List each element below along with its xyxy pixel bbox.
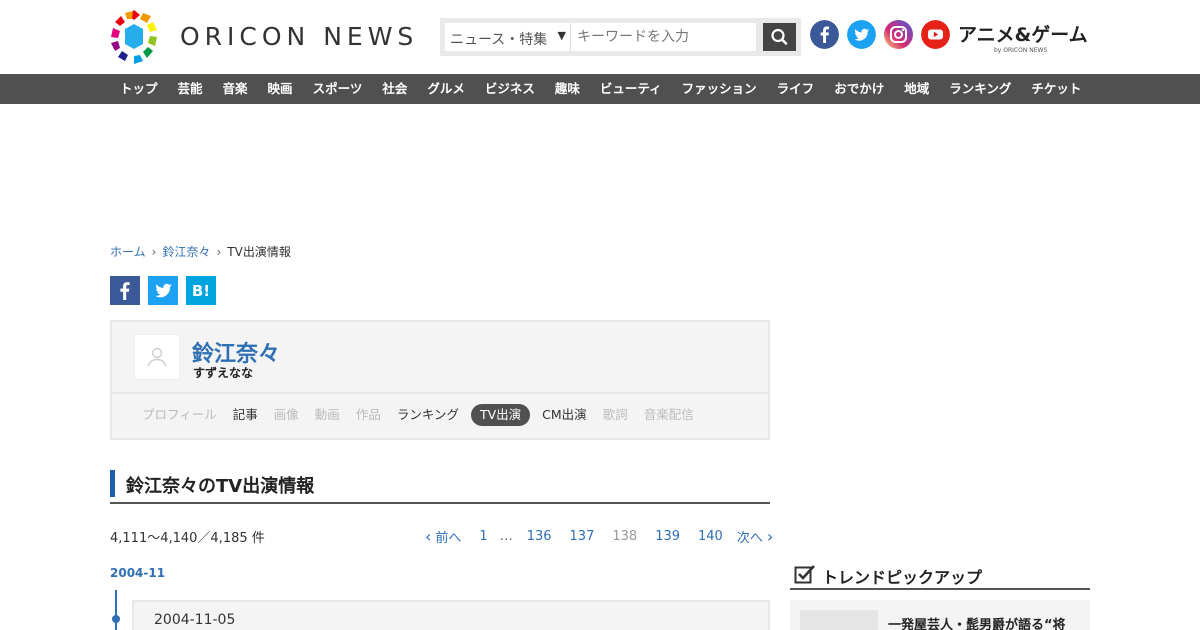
anime-game-logo-sub: by ORICON NEWS xyxy=(994,47,1048,54)
twitter-icon[interactable] xyxy=(847,20,876,49)
search-icon xyxy=(771,28,788,45)
caret-down-icon: ▼ xyxy=(557,29,566,42)
trend-pickup-title: トレンドピックアップ xyxy=(822,568,983,587)
artist-header: 鈴江奈々 すずえなな xyxy=(112,322,768,394)
tab-5[interactable]: ランキング xyxy=(389,404,467,426)
chevron-left-icon: ‹ xyxy=(425,527,432,546)
pagination: ‹ 前へ 1 … 136 137 138 139 140 次へ › xyxy=(425,527,773,546)
chevron-right-icon: › xyxy=(151,244,157,259)
tab-2: 画像 xyxy=(273,407,299,422)
tv-appearance-date: 2004-11-05 xyxy=(154,612,236,628)
artist-kana: すずえなな xyxy=(193,366,254,380)
search-input[interactable] xyxy=(571,23,756,51)
timeline-line xyxy=(115,590,117,630)
anime-game-logo[interactable]: アニメ&ゲーム by ORICON NEWS xyxy=(958,20,1093,54)
nav-item[interactable]: 趣味 xyxy=(545,74,590,104)
nav-item[interactable]: チケット xyxy=(1021,74,1091,104)
pager-prev[interactable]: ‹ 前へ xyxy=(425,527,461,546)
checkbox-checked-icon xyxy=(794,565,815,584)
pager-page-current: 138 xyxy=(612,529,638,544)
tv-appearance-item[interactable]: 2004-11-05 xyxy=(132,600,770,630)
user-placeholder-icon xyxy=(147,347,167,367)
search-category-select[interactable]: ニュース・特集 ▼ xyxy=(445,23,571,51)
breadcrumb-home[interactable]: ホーム xyxy=(110,243,146,260)
trend-pickup-header: トレンドピックアップ xyxy=(790,560,1090,590)
nav-item[interactable]: ライフ xyxy=(767,74,825,104)
global-nav-list: トップ 芸能 音楽 映画 スポーツ 社会 グルメ ビジネス 趣味 ビューティ ファッション ライフ おで… xyxy=(110,74,1091,104)
nav-item[interactable]: 地域 xyxy=(894,74,939,104)
global-nav: トップ 芸能 音楽 映画 スポーツ 社会 グルメ ビジネス 趣味 ビューティ ファッション ライフ おで… xyxy=(0,74,1200,104)
trend-item-thumbnail xyxy=(800,610,878,630)
tab-4: 作品 xyxy=(355,407,381,422)
trend-item-title: 一発屋芸人・髭男爵が語る“将 xyxy=(888,618,1066,630)
instagram-icon[interactable] xyxy=(884,20,913,49)
youtube-icon[interactable] xyxy=(921,20,950,49)
pager-page-first[interactable]: 1 xyxy=(479,529,487,544)
pager-page[interactable]: 139 xyxy=(655,529,680,544)
tab-1[interactable]: 記事 xyxy=(225,404,266,426)
pager-next-label: 次へ xyxy=(736,531,763,546)
section-title-text: 鈴江奈々のTV出演情報 xyxy=(126,476,315,497)
twitter-share-button[interactable] xyxy=(148,276,178,305)
nav-item[interactable]: ランキング xyxy=(939,74,1021,104)
chevron-right-icon: › xyxy=(216,244,222,259)
search-button[interactable] xyxy=(763,23,796,51)
pager-page[interactable]: 137 xyxy=(570,529,595,544)
nav-item[interactable]: ビジネス xyxy=(475,74,545,104)
breadcrumb-artist[interactable]: 鈴江奈々 xyxy=(162,243,210,260)
result-count: 4,111～4,140／4,185 件 xyxy=(110,531,265,546)
tab-3: 動画 xyxy=(314,407,340,422)
pager-page[interactable]: 140 xyxy=(698,529,723,544)
nav-item[interactable]: おでかけ xyxy=(824,74,894,104)
nav-item[interactable]: スポーツ xyxy=(303,74,373,104)
oricon-logo-icon[interactable] xyxy=(109,10,159,64)
nav-item[interactable]: ビューティ xyxy=(590,74,672,104)
section-title: 鈴江奈々のTV出演情報 xyxy=(110,470,770,504)
breadcrumb: ホーム › 鈴江奈々 › TV出演情報 xyxy=(110,243,291,260)
nav-item[interactable]: 映画 xyxy=(258,74,303,104)
tab-6[interactable]: TV出演 xyxy=(470,404,531,426)
artist-tabs: プロフィール 記事 画像 動画 作品 ランキング TV出演 CM出演 歌詞 音楽配信 xyxy=(134,404,702,426)
nav-item[interactable]: 芸能 xyxy=(168,74,213,104)
search-category-label: ニュース・特集 xyxy=(450,32,548,48)
hatena-share-button[interactable]: B! xyxy=(186,276,216,305)
timeline-dot xyxy=(112,615,120,623)
anime-game-logo-text: アニメ&ゲーム xyxy=(958,24,1088,46)
nav-item[interactable]: トップ xyxy=(110,74,168,104)
nav-item[interactable]: 社会 xyxy=(372,74,417,104)
pager-page[interactable]: 136 xyxy=(527,529,552,544)
artist-profile-card: 鈴江奈々 すずえなな プロフィール 記事 画像 動画 作品 ランキング TV出演 CM出演 歌詞… xyxy=(110,320,770,440)
breadcrumb-current: TV出演情報 xyxy=(227,245,291,259)
pager-ellipsis: … xyxy=(499,529,513,544)
tab-8: 歌詞 xyxy=(602,407,628,422)
twitter-icon xyxy=(155,283,172,298)
tab-7[interactable]: CM出演 xyxy=(534,404,595,426)
pager-next[interactable]: 次へ › xyxy=(737,527,773,546)
facebook-icon xyxy=(120,282,130,300)
facebook-share-button[interactable] xyxy=(110,276,140,305)
timeline-month: 2004-11 xyxy=(110,566,166,580)
nav-item[interactable]: ファッション xyxy=(672,74,767,104)
tab-0: プロフィール xyxy=(142,407,217,422)
nav-item[interactable]: 音楽 xyxy=(213,74,258,104)
chevron-right-icon: › xyxy=(766,527,774,546)
pager-prev-label: 前へ xyxy=(435,531,462,546)
site-header: ORICON NEWS ニュース・特集 ▼ アニメ&ゲーム by ORICON … xyxy=(0,0,1200,74)
nav-item[interactable]: グルメ xyxy=(417,74,475,104)
trend-item[interactable]: 一発屋芸人・髭男爵が語る“将 xyxy=(790,600,1090,630)
facebook-icon[interactable] xyxy=(810,20,839,49)
site-logo-text[interactable]: ORICON NEWS xyxy=(180,22,418,51)
section-title-bar xyxy=(110,470,115,497)
avatar xyxy=(134,334,180,380)
tab-9: 音楽配信 xyxy=(643,407,694,422)
